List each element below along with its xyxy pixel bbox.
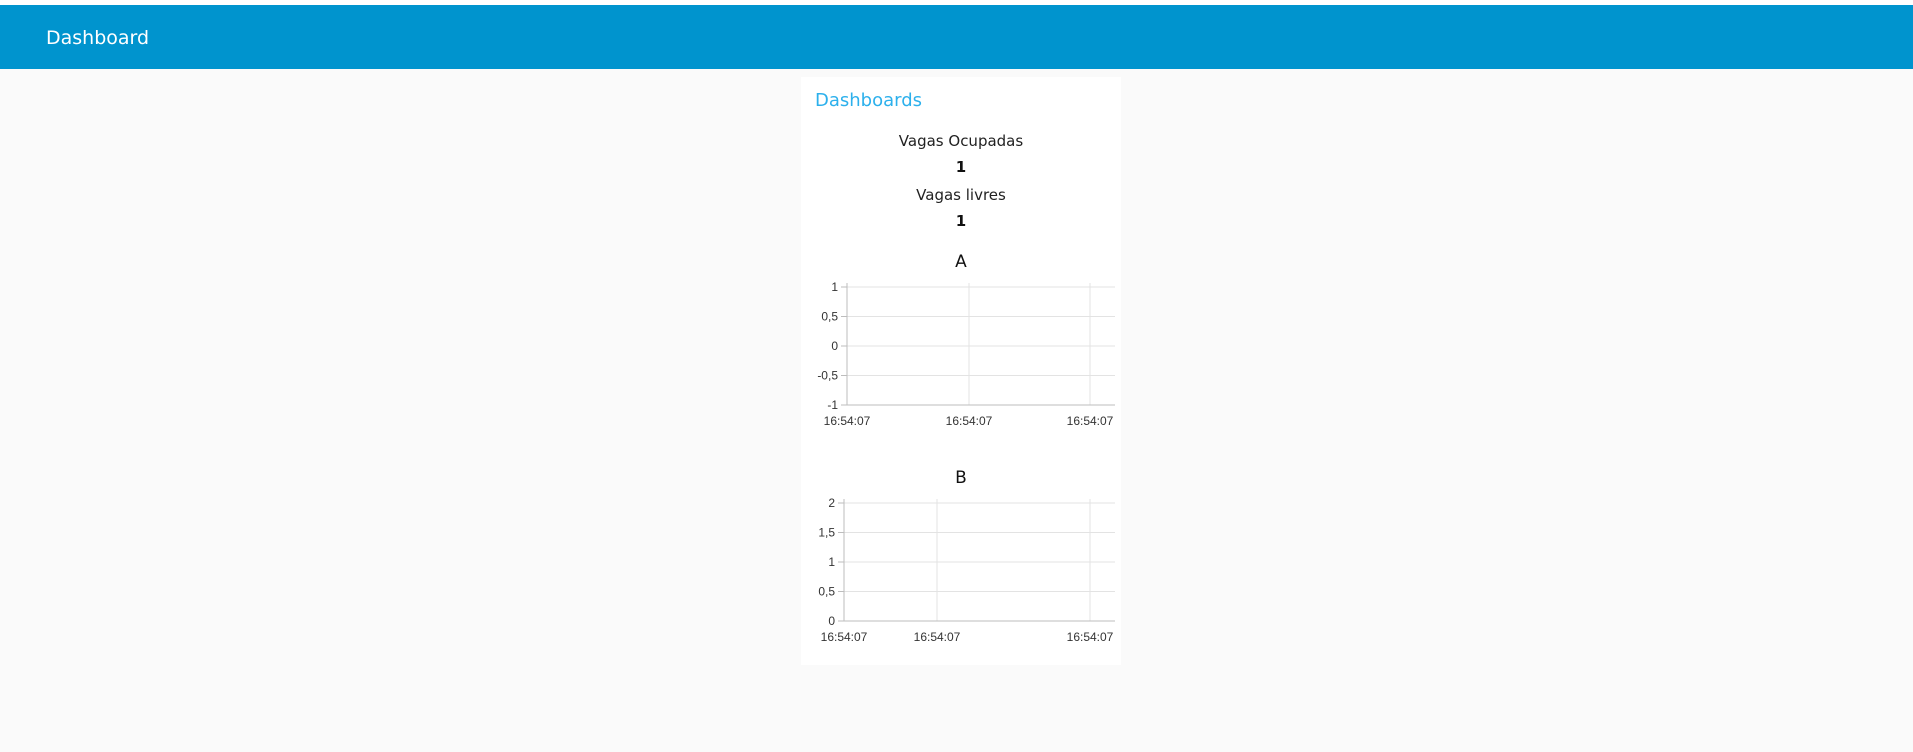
top-app-bar: Dashboard (0, 5, 1913, 69)
chart-a-y-tick-label: -1 (827, 398, 838, 412)
card-title: Dashboards (815, 90, 923, 111)
chart-b-x-tick-label: 16:54:07 (1067, 630, 1114, 644)
chart-a-y-tick-label: 0 (831, 339, 838, 353)
chart-b-x-tick-label: 16:54:07 (914, 630, 961, 644)
chart-b-title: B (955, 468, 967, 488)
chart-b-x-tick-label: 16:54:07 (821, 630, 868, 644)
stat-value-vagas-ocupadas: 1 (955, 158, 967, 176)
chart-a-y-tick-label: 0,5 (821, 310, 838, 324)
chart-a-x-tick-label: 16:54:07 (946, 414, 993, 428)
dashboard-card: Dashboards Vagas Ocupadas 1 Vagas livres… (801, 77, 1121, 665)
chart-b-y-tick-label: 1 (828, 555, 835, 569)
chart-b-y-tick-label: 0 (828, 614, 835, 628)
chart-a: 1 0,5 0 -0,5 -1 16:54:07 16:54:07 16:54:07 (817, 280, 1115, 428)
chart-b-y-tick-label: 2 (828, 496, 835, 510)
chart-b-y-tick-label: 0,5 (818, 585, 835, 599)
chart-a-x-tick-label: 16:54:07 (824, 414, 871, 428)
chart-a-x-tick-label: 16:54:07 (1067, 414, 1114, 428)
stat-value-vagas-livres: 1 (955, 212, 967, 230)
stat-label-vagas-ocupadas: Vagas Ocupadas (898, 132, 1024, 150)
chart-a-title: A (955, 252, 967, 272)
stat-label-vagas-livres: Vagas livres (916, 186, 1006, 204)
app-title: Dashboard (46, 27, 150, 49)
chart-a-y-tick-label: -0,5 (817, 369, 838, 383)
chart-b: 2 1,5 1 0,5 0 16:54:07 16:54:07 16:54:07 (818, 496, 1115, 644)
chart-b-y-tick-label: 1,5 (818, 526, 835, 540)
chart-a-y-tick-label: 1 (831, 280, 838, 294)
